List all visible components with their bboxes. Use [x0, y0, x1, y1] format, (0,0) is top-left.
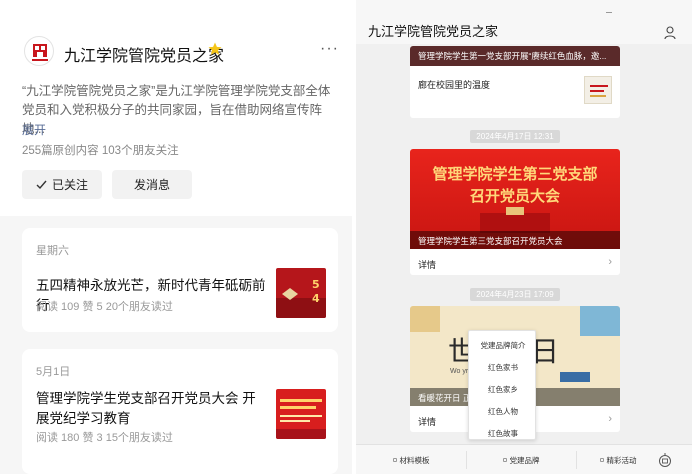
popup-menu-item[interactable]: 红色家乡: [469, 384, 537, 395]
popup-menu-item[interactable]: 红色家书: [469, 362, 537, 373]
article-message[interactable]: 管理学院学生第三党支部 召开党员大会 管理学院学生第三党支部召开党员大会 详情 …: [410, 149, 620, 275]
popup-menu-item[interactable]: 党建品牌简介: [469, 340, 537, 351]
tab-label: 精彩活动: [606, 455, 637, 465]
svg-text:4: 4: [312, 292, 320, 305]
party-brand-popup-menu: 党建品牌简介 红色家书 红色家乡 红色人物 红色故事: [468, 330, 536, 440]
menu-icon: [599, 458, 604, 462]
tab-label: 材料模板: [399, 455, 430, 465]
chat-topbar: 九江学院管院党员之家: [356, 0, 692, 44]
account-logo-icon[interactable]: [24, 36, 54, 66]
article-meta: 阅读 180 赞 3 15个朋友读过: [36, 432, 173, 444]
article-caption-bar: 管理学院学生第三党支部召开党员大会: [410, 231, 620, 249]
article-card[interactable]: 星期六 五四精神永放光芒，新时代青年砥砺前行 阅读 109 赞 5 20个朋友读…: [22, 228, 338, 332]
article-title[interactable]: 管理学院学生党支部召开党员大会 开展党纪学习教育: [36, 389, 266, 429]
chevron-right-icon: ›: [608, 256, 612, 268]
article-thumbnail: [584, 76, 612, 104]
detail-label: 详情: [418, 417, 437, 427]
tab-label: 党建品牌: [509, 455, 540, 465]
article-cover: 管理学院学生第三党支部 召开党员大会 管理学院学生第三党支部召开党员大会: [410, 149, 620, 249]
cover-title-line: 管理学院学生第三党支部: [432, 165, 598, 183]
article-banner: 管理学院学生第一党支部开展“赓续红色血脉，邀...: [410, 46, 620, 66]
account-name: 九江学院管院党员之家: [64, 48, 225, 65]
tab-activities[interactable]: 精彩活动: [576, 445, 660, 474]
star-icon[interactable]: [208, 42, 222, 56]
article-subtitle: 廊在校园里的温度: [418, 80, 491, 90]
popup-menu-item[interactable]: 红色人物: [469, 406, 537, 417]
followed-button-label: 已关注: [51, 178, 88, 192]
user-icon[interactable]: [664, 26, 676, 40]
send-message-button[interactable]: 发消息: [112, 170, 192, 199]
followed-button[interactable]: 已关注: [22, 170, 102, 199]
chat-menu-bar: 材料模板 党建品牌 精彩活动: [356, 444, 692, 474]
account-stats: 255篇原创内容 103个朋友关注: [22, 145, 179, 157]
timestamp-text: 2024年4月17日 12:31: [470, 130, 560, 143]
article-message[interactable]: 管理学院学生第一党支部开展“赓续红色血脉，邀... 廊在校园里的温度: [410, 46, 620, 118]
article-card[interactable]: 5月1日 管理学院学生党支部召开党员大会 开展党纪学习教育 阅读 180 赞 3…: [22, 349, 338, 474]
account-description: “九江学院管院党员之家”是九江学院管理学院党支部全体党员和入党积极分子的共同家园…: [22, 84, 331, 136]
profile-header: 九江学院管院党员之家 ··· “九江学院管院党员之家”是九江学院管理学院党支部全…: [0, 0, 352, 216]
timestamp-text: 2024年4月23日 17:09: [470, 288, 560, 301]
menu-icon: [392, 458, 397, 462]
article-thumbnail[interactable]: 5 4: [276, 268, 326, 318]
chevron-right-icon: ›: [608, 413, 612, 425]
article-banner-title: 管理学院学生第一党支部开展“赓续红色血脉，邀...: [418, 51, 607, 61]
tab-materials[interactable]: 材料模板: [356, 445, 466, 474]
tab-party-brand[interactable]: 党建品牌: [466, 445, 576, 474]
podium-icon: [480, 207, 550, 233]
message-timestamp: 2024年4月17日 12:31: [410, 130, 620, 143]
menu-icon: [502, 458, 507, 462]
article-date: 5月1日: [36, 366, 71, 378]
detail-row[interactable]: 详情 ›: [410, 251, 620, 275]
detail-label: 详情: [418, 260, 437, 270]
keyboard-toggle-icon[interactable]: [658, 452, 672, 468]
svg-text:5: 5: [312, 278, 320, 291]
message-timestamp: 2024年4月23日 17:09: [410, 288, 620, 301]
cover-title-line: 召开党员大会: [469, 187, 560, 205]
minimize-icon[interactable]: [606, 12, 612, 13]
chat-title: 九江学院管院党员之家: [368, 24, 499, 39]
article-meta: 阅读 109 赞 5 20个朋友读过: [36, 301, 173, 313]
check-icon: [36, 180, 47, 190]
article-caption: 管理学院学生第三党支部召开党员大会: [418, 236, 563, 246]
article-thumbnail[interactable]: [276, 389, 326, 439]
account-profile-pane: 九江学院管院党员之家 ··· “九江学院管院党员之家”是九江学院管理学院党支部全…: [0, 0, 352, 474]
expand-link[interactable]: 展开: [22, 121, 46, 138]
popup-menu-item[interactable]: 红色故事: [469, 428, 537, 439]
article-date: 星期六: [36, 245, 69, 257]
more-options-icon[interactable]: ···: [320, 41, 339, 57]
cover-title: 管理学院学生第三党支部 召开党员大会: [410, 163, 620, 207]
